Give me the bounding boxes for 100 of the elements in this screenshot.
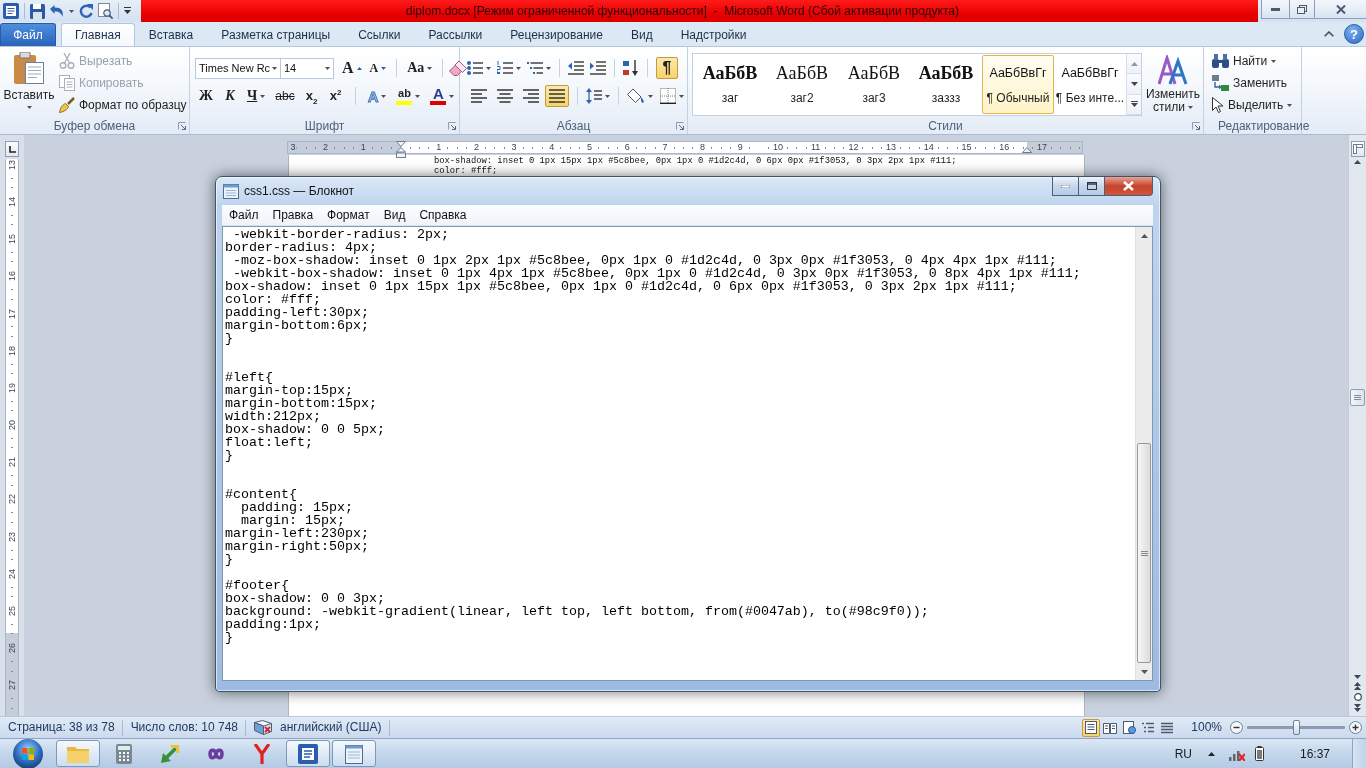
dialog-launcher-icon[interactable] bbox=[448, 121, 456, 130]
format-painter-button[interactable]: Формат по образцу bbox=[56, 94, 190, 116]
menu-item[interactable]: Правка bbox=[265, 206, 321, 224]
menu-item[interactable]: Вид bbox=[376, 206, 413, 224]
ribbon-tab[interactable]: Ссылки bbox=[344, 23, 415, 46]
style-item[interactable]: АаБбВвГг ¶ Без инте... bbox=[1054, 55, 1126, 114]
menu-item[interactable]: Справка bbox=[412, 206, 474, 224]
caret-icon[interactable] bbox=[260, 94, 266, 98]
caret-icon[interactable] bbox=[546, 66, 551, 70]
increase-indent-icon[interactable] bbox=[590, 61, 606, 75]
style-item[interactable]: АаБбВ заг3 bbox=[838, 55, 910, 114]
style-item[interactable]: АаБбВ заззз bbox=[910, 55, 982, 114]
ruler-toggle-button[interactable] bbox=[1350, 141, 1365, 157]
restore-button[interactable] bbox=[1289, 0, 1315, 19]
scroll-down-icon[interactable] bbox=[1354, 675, 1361, 679]
grow-font-button[interactable]: A bbox=[338, 57, 366, 79]
indent-marker-icon[interactable] bbox=[396, 141, 406, 158]
ribbon-tab[interactable]: Вставка bbox=[134, 23, 208, 46]
menu-item[interactable]: Формат bbox=[320, 206, 377, 224]
app-logo-icon[interactable] bbox=[3, 3, 19, 19]
print-preview-icon[interactable] bbox=[98, 3, 113, 19]
paint-bucket-icon[interactable] bbox=[627, 88, 645, 104]
decrease-indent-icon[interactable] bbox=[568, 61, 584, 75]
menu-item[interactable]: Файл bbox=[222, 206, 266, 224]
minimize-button[interactable] bbox=[1261, 0, 1290, 19]
line-spacing-icon[interactable] bbox=[586, 88, 602, 104]
change-styles-button[interactable]: Изменить стили bbox=[1144, 53, 1202, 121]
caret-icon[interactable] bbox=[648, 94, 653, 98]
paste-button[interactable]: Вставить bbox=[2, 47, 56, 115]
scroll-down-icon[interactable] bbox=[1140, 669, 1148, 674]
view-button[interactable] bbox=[1082, 718, 1101, 737]
previous-page-icon[interactable] bbox=[1354, 682, 1361, 690]
view-button[interactable] bbox=[1120, 718, 1139, 737]
show-marks-button[interactable]: ¶ bbox=[656, 57, 678, 79]
ribbon-tab[interactable]: Вид bbox=[616, 23, 667, 46]
scroll-up-icon[interactable] bbox=[1140, 233, 1148, 238]
shrink-font-button[interactable]: A bbox=[365, 57, 391, 79]
strike-button[interactable]: abc bbox=[271, 85, 299, 107]
bulleted-list-icon[interactable] bbox=[467, 61, 483, 75]
dialog-launcher-icon[interactable] bbox=[676, 121, 684, 130]
zoom-percent[interactable]: 100% bbox=[1191, 720, 1222, 735]
select-button[interactable]: Выделить bbox=[1209, 94, 1296, 116]
caret-icon[interactable] bbox=[605, 94, 610, 98]
bold-button[interactable]: Ж bbox=[195, 85, 217, 107]
maximize-button[interactable] bbox=[1078, 177, 1105, 196]
highlight-button[interactable]: ab bbox=[392, 85, 425, 107]
close-button[interactable] bbox=[1104, 177, 1153, 196]
taskbar-app-button[interactable] bbox=[56, 740, 100, 767]
redo-icon[interactable] bbox=[79, 4, 93, 18]
borders-icon[interactable] bbox=[660, 88, 676, 104]
ribbon-tab[interactable]: Рассылки bbox=[414, 23, 497, 46]
dialog-launcher-icon[interactable] bbox=[1192, 121, 1200, 130]
taskbar-app-button[interactable] bbox=[332, 740, 376, 767]
scroll-up-icon[interactable] bbox=[1354, 160, 1361, 164]
ribbon-tab[interactable]: Главная bbox=[61, 23, 135, 46]
numbered-list-icon[interactable] bbox=[497, 61, 513, 75]
sort-icon[interactable] bbox=[623, 60, 639, 76]
eraser-icon[interactable] bbox=[449, 60, 468, 76]
font-size-combo[interactable]: 14 bbox=[280, 57, 334, 79]
collapse-ribbon-icon[interactable] bbox=[1324, 31, 1334, 37]
change-case-button[interactable]: Aa bbox=[403, 57, 437, 79]
superscript-button[interactable]: x$^{2}$ bbox=[324, 85, 347, 107]
align-justify-button[interactable] bbox=[545, 85, 569, 107]
scrollbar-thumb[interactable] bbox=[1350, 389, 1365, 406]
style-item[interactable]: АаБбВвГг ¶ Обычный bbox=[982, 55, 1054, 114]
caret-icon[interactable] bbox=[516, 66, 521, 70]
dialog-launcher-icon[interactable] bbox=[178, 121, 186, 130]
find-button[interactable]: Найти bbox=[1209, 50, 1296, 72]
undo-icon[interactable] bbox=[50, 5, 64, 17]
caret-icon[interactable] bbox=[449, 94, 455, 98]
caret-icon[interactable] bbox=[415, 94, 421, 98]
caret-icon[interactable] bbox=[486, 66, 491, 70]
page-count[interactable]: Страница: 38 из 78 bbox=[8, 720, 115, 735]
caret-icon[interactable] bbox=[381, 94, 387, 98]
subscript-button[interactable]: x$_{2}$ bbox=[300, 85, 323, 107]
ribbon-tab[interactable]: Разметка страницы bbox=[207, 23, 345, 46]
underline-button[interactable]: Ч bbox=[243, 85, 270, 107]
proofing-book-icon[interactable] bbox=[254, 720, 273, 735]
scroll-down-icon[interactable] bbox=[1130, 82, 1138, 86]
zoom-out-icon[interactable] bbox=[1230, 721, 1243, 734]
zoom-slider-thumb[interactable] bbox=[1292, 720, 1300, 735]
ribbon-tab[interactable]: Надстройки bbox=[666, 23, 761, 46]
font-name-combo[interactable]: Times New Rc bbox=[195, 57, 281, 79]
multilevel-list-icon[interactable] bbox=[527, 61, 543, 75]
tab-stop-button[interactable] bbox=[5, 141, 19, 157]
language-indicator[interactable]: английский (США) bbox=[280, 720, 382, 735]
right-indent-marker-icon[interactable] bbox=[1022, 147, 1032, 153]
style-item[interactable]: АаБбВ заг bbox=[694, 55, 766, 114]
input-language[interactable]: RU bbox=[1174, 746, 1192, 761]
taskbar-app-button[interactable] bbox=[286, 740, 330, 767]
ribbon-tab[interactable]: Рецензирование bbox=[496, 23, 617, 46]
battery-icon[interactable] bbox=[1254, 746, 1264, 761]
start-orb-icon[interactable] bbox=[13, 738, 43, 768]
scrollbar-thumb[interactable] bbox=[1137, 443, 1151, 663]
more-styles-icon[interactable] bbox=[1130, 101, 1138, 108]
tray-expand-icon[interactable] bbox=[1207, 751, 1215, 756]
clock[interactable]: 16:37 bbox=[1299, 746, 1330, 761]
next-page-icon[interactable] bbox=[1354, 704, 1361, 712]
caret-icon[interactable] bbox=[679, 94, 684, 98]
customize-toolbar-icon[interactable] bbox=[124, 7, 131, 15]
